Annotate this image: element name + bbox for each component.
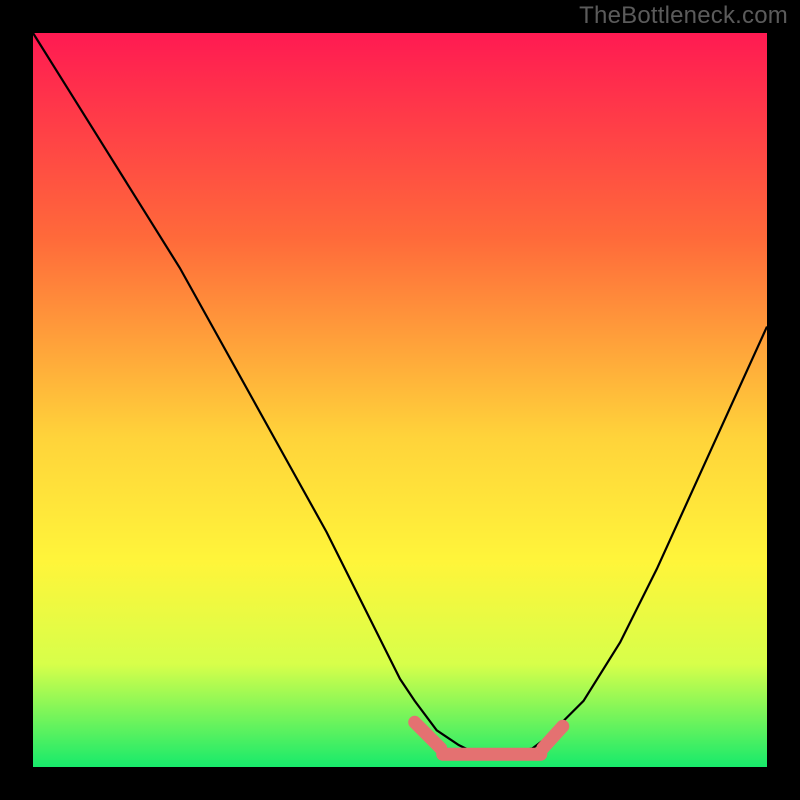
- watermark-text: TheBottleneck.com: [579, 2, 788, 30]
- plot-gradient-background: [33, 33, 767, 767]
- chart-svg: [0, 0, 800, 800]
- chart-frame: TheBottleneck.com: [0, 0, 800, 800]
